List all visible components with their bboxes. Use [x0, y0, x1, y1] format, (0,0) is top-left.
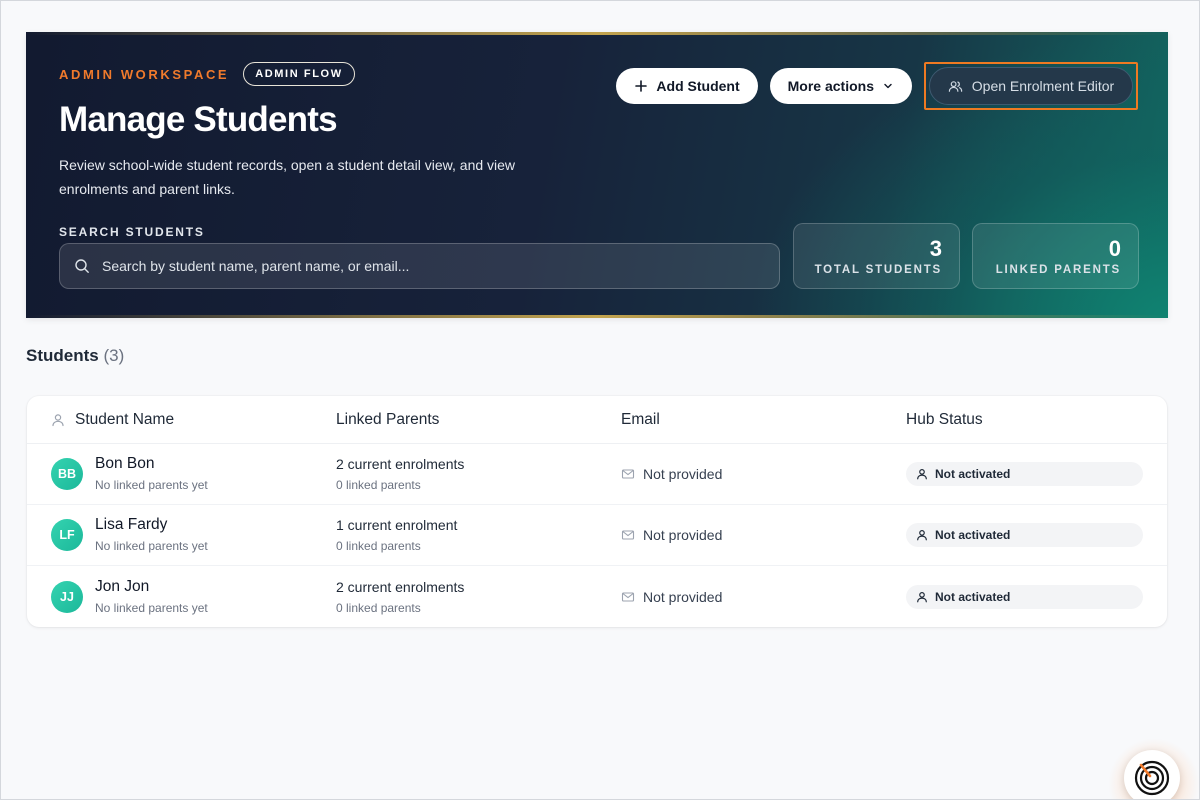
parents-cell: 1 current enrolment 0 linked parents	[336, 515, 621, 555]
header-student-name-label: Student Name	[75, 410, 175, 428]
email-cell: Not provided	[621, 589, 906, 605]
open-enrolment-editor-button[interactable]: Open Enrolment Editor	[929, 67, 1133, 105]
status-badge: Not activated	[906, 462, 1143, 486]
workspace-eyebrow: ADMIN WORKSPACE	[59, 66, 230, 82]
stat-total-students: 3 TOTAL STUDENTS	[793, 223, 960, 289]
header-linked-parents[interactable]: Linked Parents	[336, 411, 621, 429]
search-box[interactable]	[59, 243, 780, 289]
search-input[interactable]	[102, 258, 702, 274]
status-badge: Not activated	[906, 523, 1143, 547]
page-description: Review school-wide student records, open…	[59, 157, 516, 197]
header-hub-status[interactable]: Hub Status	[906, 411, 1167, 429]
student-cell: LF Lisa Fardy No linked parents yet	[27, 515, 336, 555]
avatar: LF	[51, 519, 83, 551]
enrolments-count: 1 current enrolment	[336, 517, 458, 533]
stat-total-students-label: TOTAL STUDENTS	[814, 264, 942, 276]
table-row[interactable]: LF Lisa Fardy No linked parents yet 1 cu…	[27, 505, 1167, 566]
student-name[interactable]: Jon Jon	[95, 577, 208, 597]
status-text: Not activated	[935, 589, 1011, 604]
student-cell: JJ Jon Jon No linked parents yet	[27, 577, 336, 617]
email-value: Not provided	[643, 588, 723, 605]
hero-eyebrow-row: ADMIN WORKSPACE ADMIN FLOW	[59, 62, 355, 86]
add-student-button[interactable]: Add Student	[616, 68, 758, 104]
chevron-down-icon	[884, 83, 892, 89]
stat-total-students-value: 3	[929, 236, 942, 261]
students-table: Student Name Linked Parents Email Hub St…	[27, 396, 1167, 627]
section-count: (3)	[103, 346, 125, 365]
status-badge: Not activated	[906, 584, 1143, 609]
open-editor-label: Open Enrolment Editor	[971, 78, 1115, 94]
email-cell: Not provided	[621, 527, 906, 543]
status-cell: Not activated	[906, 462, 1167, 486]
more-actions-button[interactable]: More actions	[769, 68, 912, 104]
status-text: Not activated	[935, 528, 1011, 542]
status-text: Not activated	[935, 467, 1011, 481]
plus-icon	[635, 80, 648, 92]
mail-icon	[621, 469, 635, 479]
hero-actions: Add Student More actions Open Enrolment …	[616, 62, 1138, 110]
user-icon	[52, 413, 64, 426]
email-value: Not provided	[643, 466, 723, 482]
student-subtext: No linked parents yet	[95, 539, 208, 553]
enrolments-count: 2 current enrolments	[336, 456, 465, 472]
linked-parents-count: 0 linked parents	[336, 600, 421, 615]
students-section-title: Students (3)	[26, 346, 124, 366]
search-icon	[75, 259, 89, 273]
parents-cell: 2 current enrolments 0 linked parents	[336, 454, 621, 494]
status-cell: Not activated	[906, 523, 1167, 547]
user-icon	[917, 591, 927, 602]
student-name[interactable]: Lisa Fardy	[95, 515, 208, 535]
table-row[interactable]: BB Bon Bon No linked parents yet 2 curre…	[27, 444, 1167, 505]
mail-icon	[621, 591, 635, 602]
student-subtext: No linked parents yet	[95, 600, 208, 615]
table-row[interactable]: JJ Jon Jon No linked parents yet 2 curre…	[27, 566, 1167, 627]
users-icon	[948, 80, 962, 92]
linked-parents-count: 0 linked parents	[336, 539, 421, 553]
status-cell: Not activated	[906, 584, 1167, 609]
linked-parents-count: 0 linked parents	[336, 478, 421, 492]
mail-icon	[621, 530, 635, 540]
student-subtext: No linked parents yet	[95, 478, 208, 492]
table-header: Student Name Linked Parents Email Hub St…	[27, 396, 1167, 444]
assistant-widget-button[interactable]	[1124, 750, 1180, 800]
enrolments-count: 2 current enrolments	[336, 578, 465, 595]
header-email[interactable]: Email	[621, 411, 906, 429]
admin-flow-badge: ADMIN FLOW	[243, 62, 355, 86]
stat-linked-parents: 0 LINKED PARENTS	[972, 223, 1139, 289]
open-editor-highlight: Open Enrolment Editor	[924, 62, 1138, 110]
email-value: Not provided	[643, 527, 723, 543]
header-student-name[interactable]: Student Name	[27, 411, 336, 429]
avatar: BB	[51, 458, 83, 490]
email-cell: Not provided	[621, 466, 906, 482]
hero-panel: ADMIN WORKSPACE ADMIN FLOW Manage Studen…	[26, 32, 1168, 318]
student-cell: BB Bon Bon No linked parents yet	[27, 454, 336, 494]
search-label: SEARCH STUDENTS	[59, 225, 205, 239]
parents-cell: 2 current enrolments 0 linked parents	[336, 577, 621, 617]
widget-logo-icon	[1134, 760, 1170, 796]
more-actions-label: More actions	[787, 78, 874, 94]
hero-bottom-accent	[26, 315, 1168, 318]
user-icon	[917, 530, 927, 541]
student-name[interactable]: Bon Bon	[95, 454, 208, 474]
stat-linked-parents-label: LINKED PARENTS	[995, 264, 1121, 276]
stat-linked-parents-value: 0	[1108, 236, 1121, 261]
page-title: Manage Students	[59, 100, 338, 139]
avatar: JJ	[51, 580, 83, 613]
user-icon	[917, 469, 927, 480]
hero-top-accent	[26, 32, 1168, 35]
section-title-text: Students	[26, 346, 99, 365]
add-student-label: Add Student	[656, 78, 740, 94]
